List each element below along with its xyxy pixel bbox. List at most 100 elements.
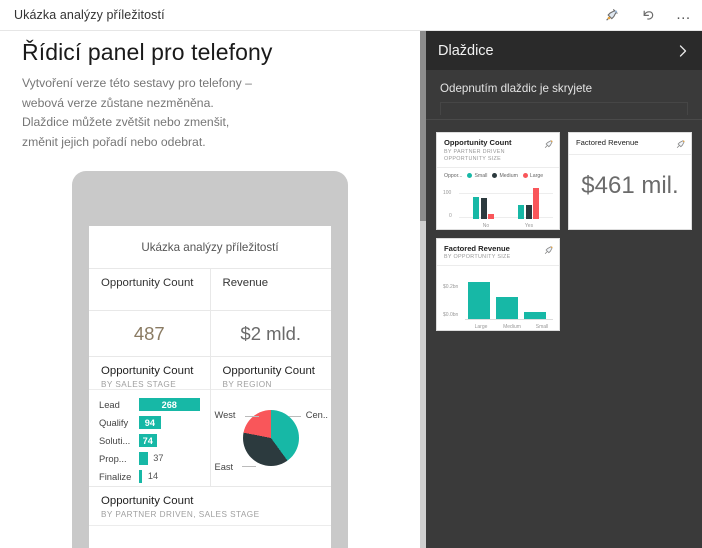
- gallery-tile-factored-revenue-by-size[interactable]: Factored Revenue BY OPPORTUNITY SIZE $0.: [436, 237, 560, 331]
- report-title: Ukázka analýzy příležitostí: [14, 8, 165, 22]
- bar-large: [533, 187, 539, 219]
- bar-fill: 74: [139, 434, 157, 447]
- bar-group-yes: [506, 183, 551, 219]
- top-bar-actions: …: [594, 0, 702, 30]
- bars: [461, 183, 551, 219]
- pie-leader-line: [289, 416, 301, 417]
- top-bar: Ukázka analýzy příležitostí …: [0, 0, 702, 31]
- tile-header: Opportunity Count BY REGION: [211, 357, 332, 389]
- tiles-panel-divider: [426, 119, 702, 120]
- pie-chart: West Cen.. East: [211, 390, 332, 486]
- x-tick-label: No: [482, 222, 490, 229]
- gallery-tile-factored-revenue-card[interactable]: Factored Revenue $461 mil.: [568, 132, 692, 230]
- axis-line: [465, 319, 553, 320]
- bar-medium: [496, 297, 518, 319]
- tile-subtitle: BY REGION: [222, 380, 272, 389]
- bar-label: Finalize: [99, 471, 132, 482]
- kpi-value: $2 mld.: [240, 322, 302, 344]
- tile-subtitle: BY PARTNER DRIVEN, SALES STAGE: [101, 510, 260, 519]
- legend-item-medium: Medium: [492, 172, 518, 179]
- bar-value: 268: [161, 399, 177, 410]
- more-icon-glyph: …: [675, 6, 693, 23]
- kpi-label: Opportunity Count: [101, 277, 194, 289]
- bar-row: Finalize 14: [99, 470, 200, 483]
- pin-icon[interactable]: [543, 137, 555, 155]
- phone-kpi-value-revenue[interactable]: $2 mld.: [210, 311, 331, 357]
- phone-tile-partner-driven-sales-stage[interactable]: Opportunity Count BY PARTNER DRIVEN, SAL…: [89, 487, 331, 548]
- gallery-tile-opportunity-count[interactable]: Opportunity Count BY PARTNER DRIVEN OPPO…: [436, 132, 560, 230]
- pie-slices: [242, 410, 299, 466]
- bar-medium: [480, 197, 487, 219]
- phone-tile-region[interactable]: Opportunity Count BY REGION West Cen.. E…: [210, 357, 332, 487]
- tile-divider: [89, 525, 331, 526]
- bar-track: 94: [139, 416, 200, 429]
- legend-item-small: Small: [467, 173, 487, 179]
- bar-label: Prop...: [99, 453, 127, 464]
- phone-mockup: Ukázka analýzy příležitostí Opportunity …: [72, 171, 348, 548]
- tile-title: Factored Revenue: [576, 138, 639, 147]
- panel-scrollbar-thumb[interactable]: [420, 31, 426, 221]
- phone-bottom-row: Opportunity Count BY PARTNER DRIVEN, SAL…: [89, 487, 331, 548]
- tile-header: Opportunity Count BY PARTNER DRIVEN, SAL…: [89, 487, 331, 519]
- bar-row: Qualify 94: [99, 416, 200, 429]
- tile-value: $461 mil.: [581, 172, 679, 199]
- pie-label-central: Cen..: [305, 410, 328, 420]
- bar-fill: 268: [139, 398, 200, 411]
- chevron-right-icon[interactable]: [676, 43, 690, 59]
- bar-label: Qualify: [99, 417, 129, 428]
- bar-group-no: [461, 183, 506, 219]
- tile-header: Opportunity Count BY SALES STAGE: [89, 357, 210, 389]
- kpi-label: Revenue: [222, 277, 269, 289]
- x-tick-label: Yes: [524, 222, 534, 229]
- pin-icon[interactable]: [594, 0, 630, 30]
- pie-leader-line: [241, 466, 256, 467]
- pin-icon[interactable]: [675, 137, 687, 155]
- phone-kpi-value-opportunity-count[interactable]: 487: [89, 311, 211, 357]
- tile-subtitle: BY PARTNER DRIVEN OPPORTUNITY SIZE: [444, 148, 505, 162]
- tile-header: Opportunity Count BY PARTNER DRIVEN OPPO…: [437, 133, 559, 168]
- bar-value: 14: [147, 471, 159, 481]
- more-icon[interactable]: …: [666, 0, 702, 30]
- phone-tile-sales-stage[interactable]: Opportunity Count BY SALES STAGE Lead 26…: [89, 357, 211, 487]
- phone-screen-title: Ukázka analýzy příležitostí: [89, 226, 331, 269]
- phone-tile-revenue[interactable]: Revenue: [210, 269, 331, 311]
- legend-label: Large: [529, 172, 544, 179]
- tiles-panel-note-frame: [440, 102, 688, 115]
- tiles-panel-header: Dlaždice: [426, 31, 702, 70]
- bar-track: 74: [139, 434, 200, 447]
- pin-icon[interactable]: [543, 243, 555, 261]
- bars: [465, 272, 549, 319]
- tile-subtitle: BY SALES STAGE: [101, 380, 177, 389]
- bar-large: [488, 213, 494, 219]
- bar-fill: [139, 470, 143, 483]
- bar-row: Prop... 37: [99, 452, 200, 465]
- tile-title: Opportunity Count: [101, 365, 194, 377]
- page-description: Vytvoření verze této sestavy pro telefon…: [22, 76, 252, 149]
- bar-small: [524, 312, 546, 319]
- tile-header: Factored Revenue: [569, 133, 691, 155]
- undo-icon[interactable]: [630, 0, 666, 30]
- legend-label: Medium: [499, 172, 518, 179]
- tile-title: Opportunity Count: [101, 495, 194, 507]
- bar-label: Lead: [99, 399, 120, 410]
- phone-kpi-label-row: Opportunity Count Revenue: [89, 269, 331, 311]
- legend-label: Small: [474, 172, 488, 179]
- y-tick-label: 100: [443, 189, 452, 196]
- y-tick-label: $0.2bn: [443, 284, 459, 290]
- legend-item-large: Large: [522, 172, 544, 179]
- bar-track: 14: [139, 470, 200, 483]
- chart-legend: Oppor... Small Medium Large: [437, 168, 559, 179]
- bar-small: [473, 196, 479, 219]
- tiles-gallery: Opportunity Count BY PARTNER DRIVEN OPPO…: [426, 120, 702, 331]
- phone-tile-opportunity-count[interactable]: Opportunity Count: [89, 269, 211, 311]
- clustered-column-chart: 100 0 No Yes: [441, 181, 555, 229]
- bar-small: [518, 204, 524, 219]
- bar-value: 94: [144, 417, 155, 428]
- bar-large: [468, 282, 490, 319]
- bar-medium: [525, 204, 532, 219]
- bar-fill: [139, 452, 149, 465]
- phone-chart-row: Opportunity Count BY SALES STAGE Lead 26…: [89, 357, 331, 487]
- legend-swatch: [492, 173, 498, 178]
- legend-swatch: [522, 173, 528, 178]
- tiles-panel-note: Odepnutím dlaždic je skryjete: [426, 70, 702, 120]
